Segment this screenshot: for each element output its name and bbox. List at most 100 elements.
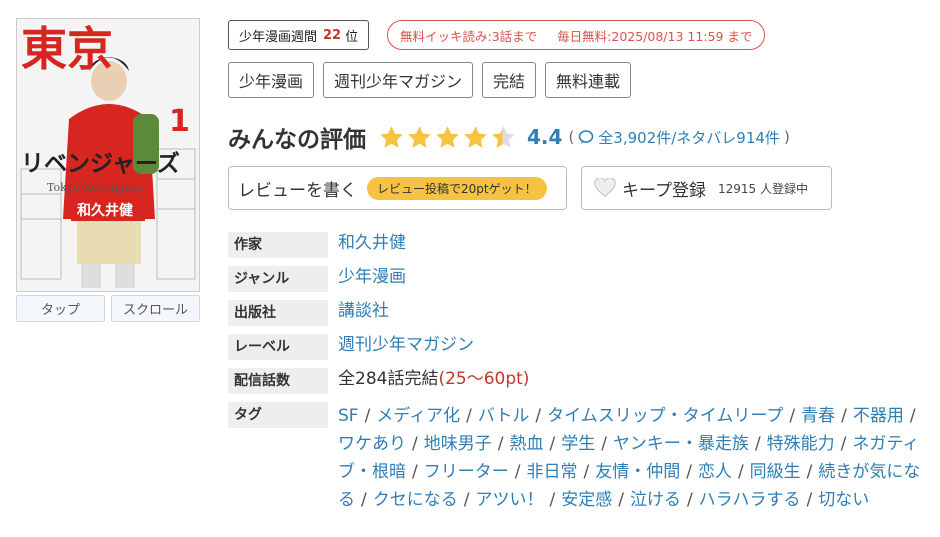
star-icon [380,125,403,148]
info-table: 作家 和久井健 ジャンル 少年漫画 出版社 講談社 レーベル 週刊少年マガジン … [228,232,928,522]
badge-free-serial[interactable]: 無料連載 [545,62,632,98]
tag-separator: / [841,406,847,426]
tag-link[interactable]: 青春 [801,406,835,426]
badge-shonen-manga[interactable]: 少年漫画 [228,62,315,98]
tag-separator: / [686,462,692,482]
info-row-episodes: 配信話数 全284話完結(25〜60pt) [228,368,928,394]
tag-link[interactable]: SF [338,406,359,426]
daily-free-text: 毎日無料:2025/08/13 11:59 まで [557,28,753,44]
cover-volume: 1 [169,104,190,139]
ranking-label: 少年漫画週間 [239,29,318,45]
view-mode-buttons: タップ スクロール [16,295,200,322]
tag-link[interactable]: メディア化 [376,406,460,426]
tag-separator: / [601,434,607,454]
tag-link[interactable]: 特殊能力 [767,434,835,454]
info-row-label: レーベル 週刊少年マガジン [228,334,928,360]
tag-separator: / [909,406,916,426]
comment-bubble-icon [578,130,594,144]
tag-separator: / [514,462,521,482]
tag-separator: / [497,434,504,454]
tag-separator: / [364,406,371,426]
ranking-suffix: 位 [345,29,359,45]
tag-link[interactable]: 安定感 [561,490,612,510]
tag-link[interactable]: 学生 [561,434,595,454]
tag-separator: / [806,462,813,482]
review-counts[interactable]: ( 全3,902件/ネタバレ914件 ) [568,127,789,148]
tag-link[interactable]: 同級生 [750,462,801,482]
tag-link[interactable]: 恋人 [698,462,732,482]
heart-icon [594,178,616,198]
badge-weekly-magazine[interactable]: 週刊少年マガジン [323,62,474,98]
tag-separator: / [549,434,556,454]
tag-separator: / [463,490,470,510]
tag-link[interactable]: ハラハラする [699,490,801,510]
genre-key: ジャンル [228,266,328,292]
cover-author: 和久井健 [77,202,133,219]
rating-title: みんなの評価 [228,127,366,153]
tag-separator: / [361,490,367,510]
tag-link[interactable]: 熱血 [509,434,543,454]
paren-close: ) [783,128,790,146]
tag-link[interactable]: 地味男子 [424,434,492,454]
episodes-key: 配信話数 [228,368,328,394]
label-key: レーベル [228,334,328,360]
episodes-count: 全284話完結 [338,369,439,389]
publisher-link[interactable]: 講談社 [338,300,389,322]
star-rating [378,124,517,151]
tags-key: タグ [228,402,328,428]
info-row-publisher: 出版社 講談社 [228,300,928,326]
genre-link[interactable]: 少年漫画 [338,266,406,288]
tag-separator: / [549,490,556,510]
tag-link[interactable]: フリーター [424,462,509,482]
cover-subtitle: Tokyo Revengers [47,181,143,194]
tag-link[interactable]: ヤンキー・暴走族 [613,434,749,454]
publisher-key: 出版社 [228,300,328,326]
label-link[interactable]: 週刊少年マガジン [338,334,474,356]
partial-star-icon [492,125,515,148]
tag-separator: / [686,490,693,510]
tag-link[interactable]: クセになる [373,490,458,510]
cover-title-kanji: 東京 [21,22,113,76]
tag-link[interactable]: 不器用 [853,406,904,426]
tag-link[interactable]: 泣ける [630,490,681,510]
write-review-button[interactable]: レビューを書く レビュー投稿で20ptゲット！ [228,166,567,210]
tap-view-button[interactable]: タップ [16,295,105,322]
ranking-number: 22 [323,27,342,43]
tag-separator: / [840,434,847,454]
scroll-view-button[interactable]: スクロール [111,295,200,322]
badge-completed[interactable]: 完結 [482,62,537,98]
tag-link[interactable]: 切ない [818,490,869,510]
tag-separator: / [754,434,761,454]
tag-link[interactable]: バトル [478,406,530,426]
tag-link[interactable]: 友情・仲間 [595,462,680,482]
tag-list: SF / メディア化 / バトル / タイムスリップ・タイムリープ / 青春 / 不器用/ワケあり /… [338,402,928,514]
tag-separator: / [806,490,813,510]
info-row-author: 作家 和久井健 [228,232,928,258]
tag-separator: / [583,462,590,482]
tag-link[interactable]: 非日常 [526,462,577,482]
keep-register-button[interactable]: キープ登録 12915 人登録中 [581,166,832,210]
paren-open: ( [568,128,575,146]
star-icon [464,125,487,148]
author-key: 作家 [228,232,328,258]
star-icon [436,125,459,148]
cover-image[interactable]: 東京 1 リベンジャーズ Tokyo Revengers 和久井健 [16,18,200,292]
rating-section: みんなの評価 4.4 ( 全3,902件/ネタバレ914件 ) [228,120,790,154]
tag-link[interactable]: タイムスリップ・タイムリープ [547,406,783,426]
tag-separator: / [737,462,744,482]
keep-register-label: キープ登録 [622,180,706,201]
tag-separator: / [466,406,472,426]
write-review-label: レビューを書く [238,180,357,201]
tag-link[interactable]: ワケあり [338,434,406,454]
ranking-badge[interactable]: 少年漫画週間 22 位 [228,20,370,50]
review-count-text[interactable]: 全3,902件/ネタバレ914件 [598,127,780,148]
author-link[interactable]: 和久井健 [338,232,406,254]
review-points-pill: レビュー投稿で20ptゲット！ [367,176,547,200]
free-binge-text: 無料イッキ読み:3話まで [400,28,538,44]
tag-link[interactable]: アツい！ [475,490,543,510]
info-row-genre: ジャンル 少年漫画 [228,266,928,292]
rating-score: 4.4 [527,125,563,149]
star-icon [408,125,431,148]
tag-separator: / [789,406,796,426]
category-badges: 少年漫画 週刊少年マガジン 完結 無料連載 [228,62,632,98]
